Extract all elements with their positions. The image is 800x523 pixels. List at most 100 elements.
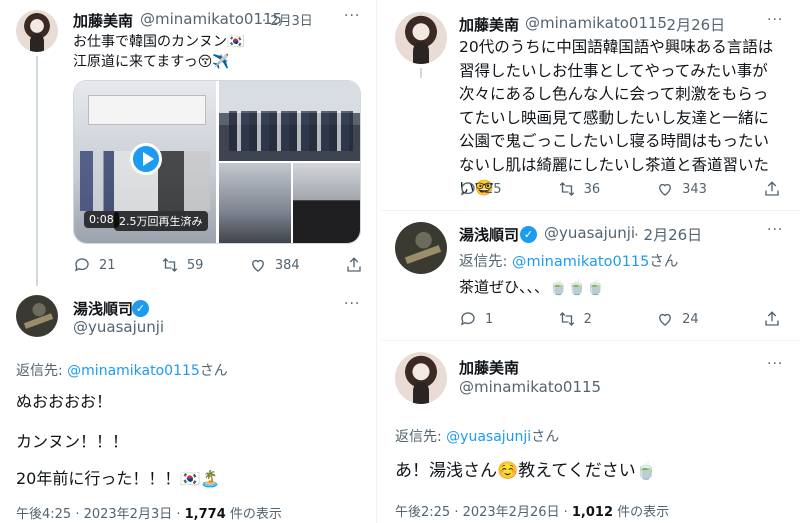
video-views: 2.5万回再生済み (114, 211, 208, 231)
tweet-text-line: ぬおおおお！ (16, 392, 113, 411)
reply-icon (74, 258, 89, 272)
heart-icon (659, 313, 672, 326)
retweet-button[interactable]: 59 (161, 256, 204, 274)
share-icon (765, 311, 779, 326)
more-options-icon[interactable]: ··· (767, 356, 783, 372)
views-count: 1,774 (184, 507, 226, 522)
tweet-date[interactable]: · 2月26日 (657, 14, 725, 35)
reply-to: 返信先: @minamikato0115さん (459, 250, 678, 271)
reply-suffix: さん (649, 254, 679, 270)
tweet-body: 茶道ぜひ、、、🍵🍵🍵 (459, 278, 606, 296)
column-divider (372, 0, 381, 523)
photo-2[interactable] (219, 81, 360, 161)
heart-icon (251, 259, 264, 272)
views-count: 1,012 (571, 505, 614, 520)
tweet-timestamp[interactable]: 午後4:25 · 2023年2月3日 · 1,774 件の表示 (16, 503, 282, 522)
like-count: 24 (682, 311, 699, 327)
more-options-icon[interactable]: ··· (767, 222, 783, 238)
share-button[interactable] (763, 180, 781, 198)
reply-prefix: 返信先: (395, 429, 447, 445)
tweet-body: あ！湯浅さん☺️教えてください🍵 (395, 461, 657, 481)
reply-button[interactable]: 21 (73, 256, 116, 274)
retweet-icon (559, 182, 574, 196)
share-button[interactable] (763, 310, 781, 328)
like-button[interactable]: 24 (656, 310, 699, 328)
reply-suffix: さん (199, 363, 228, 379)
like-button[interactable]: 343 (656, 180, 707, 198)
avatar[interactable] (395, 352, 447, 404)
author-name[interactable]: 加藤美南 (459, 357, 519, 378)
author-handle[interactable]: @minamikato0115 (140, 10, 282, 28)
views-label: 件の表示 (225, 507, 282, 522)
author-handle[interactable]: @yuasajunji (544, 224, 635, 242)
reply-mention-link[interactable]: @yuasajunji (446, 429, 531, 445)
reply-icon (460, 182, 475, 196)
divider (381, 210, 800, 211)
reply-to: 返信先: @yuasajunjiさん (395, 426, 559, 446)
play-icon[interactable] (130, 143, 162, 175)
thread-connector (420, 68, 422, 78)
tweet-text-line: 江原道に来てますっ😚✈️ (73, 54, 230, 70)
tweet-text-line: カンヌン！！！ (16, 432, 129, 451)
avatar[interactable] (395, 12, 447, 64)
left-thread: 加藤美南 @minamikato0115 · 2月3日 ··· お仕事で韓国のカ… (0, 0, 372, 523)
heart-icon (659, 183, 672, 196)
avatar[interactable] (16, 10, 58, 52)
verified-badge-icon: ✓ (132, 300, 149, 317)
author-name[interactable]: 加藤美南 (73, 10, 133, 31)
divider (381, 340, 800, 341)
like-button[interactable]: 384 (249, 256, 300, 274)
author-name[interactable]: 湯浅順司 (73, 298, 133, 319)
more-options-icon[interactable]: ··· (767, 12, 783, 28)
share-button[interactable] (345, 256, 363, 274)
tweet-date[interactable]: · 2月26日 (634, 224, 702, 245)
retweet-count: 59 (186, 257, 204, 273)
tweet-body: 20代のうちに中国語韓国語や興味ある言語は習得したいしお仕事としてやってみたい事… (459, 38, 774, 197)
author-handle[interactable]: @minamikato0115 (459, 378, 601, 396)
thread-connector (36, 56, 38, 286)
reply-icon (460, 312, 475, 326)
tweet-date[interactable]: · 2月3日 (262, 10, 313, 29)
reply-prefix: 返信先: (16, 363, 68, 379)
reply-mention-link[interactable]: @minamikato0115 (512, 254, 649, 270)
photo-3[interactable] (219, 163, 291, 243)
timestamp-text: 午後2:25 · 2023年2月26日 · (395, 505, 572, 520)
photo-4[interactable] (293, 163, 360, 243)
retweet-button[interactable]: 36 (558, 180, 601, 198)
media-grid[interactable]: 0:08 2.5万回再生済み (73, 80, 361, 244)
retweet-count: 36 (583, 181, 601, 197)
reply-count: 25 (485, 181, 502, 197)
video-thumbnail[interactable]: 0:08 2.5万回再生済み (74, 81, 216, 243)
views-label: 件の表示 (613, 505, 670, 520)
like-count: 343 (682, 181, 707, 197)
reply-to: 返信先: @minamikato0115さん (16, 360, 228, 380)
retweet-icon (162, 258, 178, 272)
avatar[interactable] (16, 295, 58, 337)
verified-badge-icon: ✓ (520, 226, 537, 243)
more-options-icon[interactable]: ··· (344, 8, 360, 24)
sign-image (88, 95, 206, 125)
author-name[interactable]: 加藤美南 (459, 14, 519, 35)
avatar[interactable] (395, 222, 447, 274)
reply-button[interactable]: 25 (459, 180, 502, 198)
retweet-count: 2 (583, 311, 592, 327)
author-handle[interactable]: @yuasajunji (73, 318, 164, 336)
share-icon (765, 181, 779, 196)
tweet-text-line: 20年前に行った！！！🇰🇷🏝️ (16, 469, 221, 488)
more-options-icon[interactable]: ··· (344, 296, 360, 312)
share-icon (347, 257, 361, 272)
tweet-actions: 25 36 343 (459, 180, 781, 198)
author-name[interactable]: 湯浅順司 (459, 224, 519, 245)
like-count: 384 (274, 257, 300, 273)
timestamp-text: 午後4:25 · 2023年2月3日 · (16, 507, 185, 522)
retweet-button[interactable]: 2 (558, 310, 592, 328)
reply-mention-link[interactable]: @minamikato0115 (67, 363, 200, 379)
author-handle[interactable]: @minamikato0115 (525, 14, 667, 32)
reply-button[interactable]: 1 (459, 310, 493, 328)
tweet-timestamp[interactable]: 午後2:25 · 2023年2月26日 · 1,012 件の表示 (395, 501, 669, 520)
right-thread: 加藤美南 @minamikato0115 · 2月26日 ··· 20代のうちに… (381, 0, 800, 523)
reply-prefix: 返信先: (459, 254, 512, 270)
reply-suffix: さん (531, 429, 560, 445)
tweet-actions: 21 59 384 (73, 256, 363, 274)
retweet-icon (559, 312, 574, 326)
